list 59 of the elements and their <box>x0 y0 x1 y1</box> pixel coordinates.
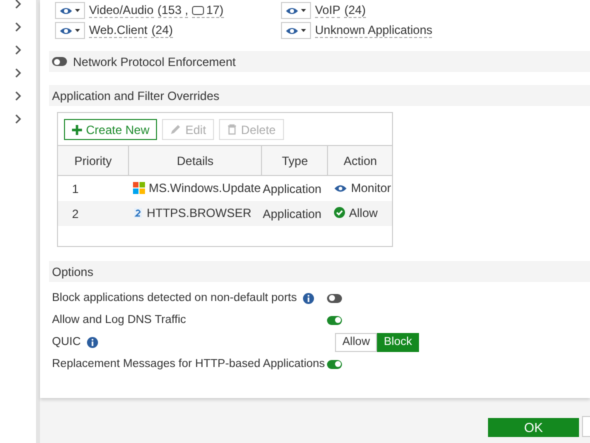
table-cell: Monitor <box>350 181 391 196</box>
segment-button[interactable]: Allow <box>335 332 377 352</box>
ok-button[interactable]: OK <box>488 418 579 437</box>
chevron-icon[interactable] <box>14 68 22 78</box>
section-title: Options <box>52 264 94 278</box>
eye-dropdown[interactable] <box>55 2 85 19</box>
toggle-switch[interactable] <box>327 294 342 302</box>
category-name[interactable]: Web.Client <box>89 23 148 38</box>
category-count[interactable]: 17) <box>192 3 224 18</box>
table-cell: Allow <box>348 206 378 220</box>
plus-icon <box>72 124 82 134</box>
toggle-switch[interactable] <box>327 316 342 324</box>
trash-icon <box>227 124 238 135</box>
pencil-icon <box>170 124 182 135</box>
option-label: Replacement Messages for HTTP-based Applications <box>52 358 325 370</box>
option-label: Block applications detected on non-default ports <box>52 292 297 304</box>
column-header[interactable]: Priority <box>58 146 129 176</box>
category-name[interactable]: VoIP <box>315 3 340 18</box>
table-cell: Application <box>262 201 328 226</box>
category-name[interactable]: Unknown Applications <box>315 23 432 38</box>
table-cell: 1 <box>58 176 129 201</box>
app-icon <box>132 206 143 218</box>
table-cell: Application <box>262 176 328 201</box>
category-name[interactable]: Video/Audio <box>89 3 154 18</box>
eye-caret-icon <box>59 26 81 36</box>
segment-button[interactable]: Block <box>376 332 419 352</box>
section-title: Application and Filter Overrides <box>52 88 220 102</box>
check-circle-icon <box>334 207 345 218</box>
section-label: Network Protocol Enforcement <box>73 54 236 68</box>
create-button[interactable]: Create New <box>64 119 158 140</box>
table-cell: MS.Windows.Update <box>148 180 261 194</box>
eye-icon <box>334 184 347 193</box>
category-count[interactable]: (24) <box>151 23 173 38</box>
category-count[interactable]: (24) <box>344 3 366 18</box>
info-icon[interactable] <box>86 336 98 348</box>
column-header[interactable]: Type <box>262 146 328 176</box>
chevron-icon[interactable] <box>14 114 22 124</box>
table-cell: 2 <box>58 201 129 226</box>
eye-dropdown[interactable] <box>281 2 311 19</box>
chevron-icon[interactable] <box>14 45 22 55</box>
category-count[interactable]: (153 , <box>158 3 188 18</box>
eye-dropdown[interactable] <box>55 22 85 39</box>
eye-caret-icon <box>285 26 307 36</box>
windows-logo-icon <box>132 182 145 194</box>
table-cell: HTTPS.BROWSER <box>146 206 252 220</box>
toggle-switch[interactable] <box>327 360 342 368</box>
chevron-icon[interactable] <box>14 22 22 32</box>
column-header[interactable]: Action <box>328 146 392 176</box>
info-icon[interactable] <box>302 292 314 304</box>
column-header[interactable]: Details <box>128 146 262 176</box>
eye-caret-icon <box>59 6 81 16</box>
option-label: QUIC <box>52 336 81 348</box>
toggle-switch[interactable] <box>52 57 67 66</box>
chevron-icon[interactable] <box>14 91 22 101</box>
box-icon <box>192 6 204 14</box>
eye-dropdown[interactable] <box>281 22 311 39</box>
eye-caret-icon <box>285 6 307 16</box>
chevron-icon[interactable] <box>14 0 22 9</box>
option-label: Allow and Log DNS Traffic <box>52 314 186 326</box>
